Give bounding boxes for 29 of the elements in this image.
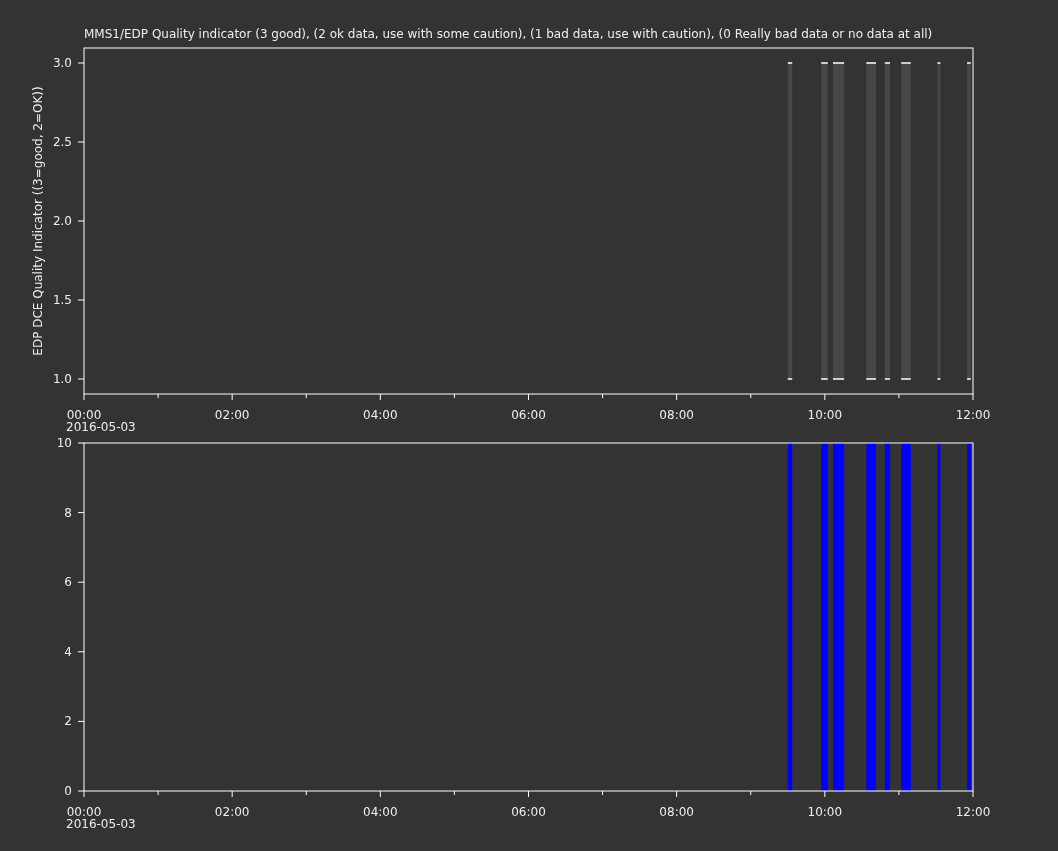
y-tick-label: 2.0 (52, 214, 72, 228)
x-tick-label: 04:00 (363, 805, 398, 819)
chart-title: MMS1/EDP Quality indicator (3 good), (2 ok data, use with some caution), (1 bad data, use with caution), (0 Really bad data or no data at all) (84, 27, 933, 41)
y-tick-label: 3.0 (52, 56, 72, 70)
x-tick-label: 02:00 (214, 805, 250, 819)
y-tick-label: 2 (64, 714, 72, 729)
y-axis-label: EDP DCE Quality Indicator ((3=good, 2=OK)) (31, 86, 45, 356)
y-tick-label: 2.5 (52, 135, 72, 149)
y-tick-label: 1.0 (52, 372, 72, 386)
x-tick-label: 08:00 (659, 805, 694, 819)
x-tick-label: 10:00 (807, 408, 843, 422)
x-tick-label: 10:00 (807, 805, 843, 819)
x-tick-label: 08:00 (659, 408, 694, 422)
y-tick-label: 4 (64, 644, 72, 659)
x-tick-label: 12:00 (955, 408, 991, 422)
x-tick-label: 04:00 (363, 408, 398, 422)
x-tick-label: 06:00 (511, 805, 546, 819)
y-tick-label: 8 (64, 505, 72, 520)
y-tick-label: 1.5 (52, 293, 72, 307)
x-tick-label: 00:00 (66, 805, 102, 819)
x-tick-label: 06:00 (511, 408, 546, 422)
x-tick-label: 12:00 (955, 805, 991, 819)
date-label: 2016-05-03 (66, 420, 136, 432)
y-tick-label: 0 (64, 784, 72, 798)
x-tick-label: 00:00 (66, 408, 102, 422)
x-tick-label: 02:00 (214, 408, 250, 422)
date-label: 2016-05-03 (66, 817, 136, 831)
y-tick-label: 10 (56, 436, 72, 450)
y-tick-label: 6 (64, 575, 72, 590)
